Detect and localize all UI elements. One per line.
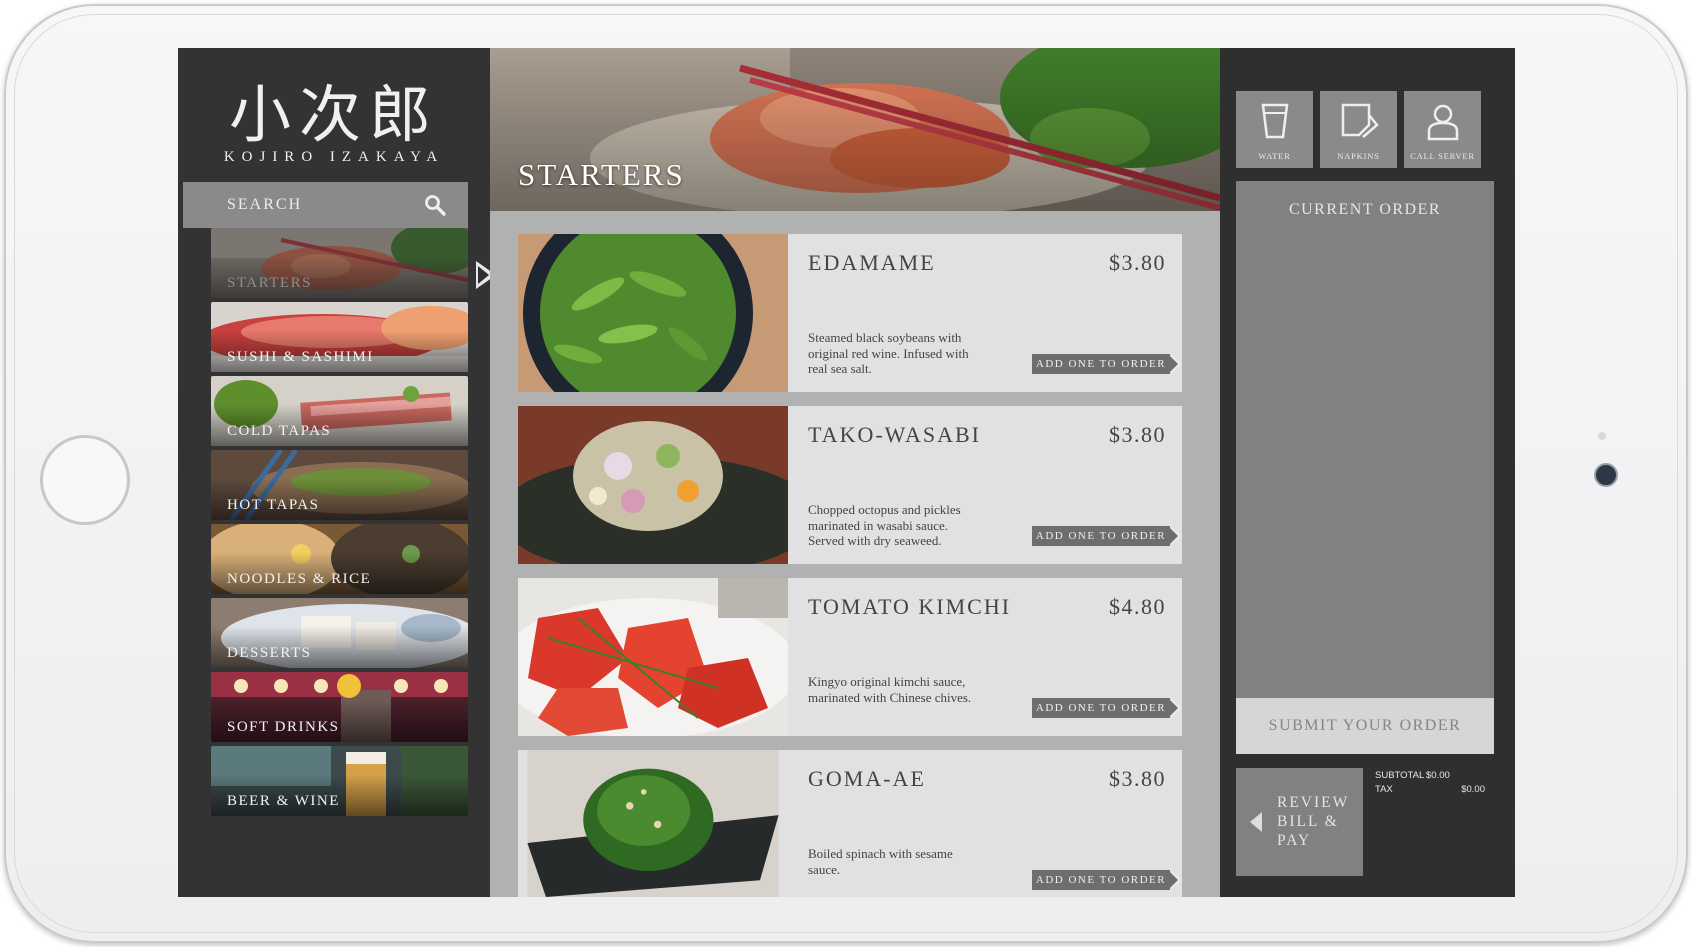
- review-bill-button[interactable]: REVIEW BILL & PAY: [1236, 768, 1363, 876]
- item-name: EDAMAME: [808, 250, 936, 275]
- category-noodles-rice[interactable]: NOODLES & RICE: [211, 524, 468, 594]
- ambient-sensor: [1598, 432, 1606, 440]
- category-label: BEER & WINE: [227, 793, 340, 809]
- call-server-label: CALL SERVER: [1410, 151, 1475, 161]
- tax-value: $0.00: [1461, 784, 1485, 795]
- logo-subtitle: KOJIRO IZAKAYA: [223, 149, 445, 165]
- menu-panel: STARTERS EDAMAME $3.80 Steamed black soy…: [490, 48, 1220, 897]
- dish-image: [518, 578, 788, 736]
- subtotal-row: SUBTOTAL $0.00: [1375, 770, 1485, 784]
- add-to-order-button[interactable]: ADD ONE TO ORDER: [1032, 698, 1170, 718]
- menu-item-card: EDAMAME $3.80 Steamed black soybeans wit…: [518, 234, 1182, 392]
- call-server-button[interactable]: CALL SERVER: [1404, 91, 1481, 168]
- item-price: $3.80: [1109, 250, 1166, 275]
- item-description: Kingyo original kimchi sauce, marinated …: [808, 674, 972, 705]
- category-label: STARTERS: [227, 275, 312, 291]
- water-glass-icon: [1261, 103, 1289, 139]
- section-title: STARTERS: [518, 157, 685, 192]
- category-beer-wine[interactable]: BEER & WINE: [211, 746, 468, 816]
- water-button[interactable]: WATER: [1236, 91, 1313, 168]
- home-button[interactable]: [40, 435, 130, 525]
- category-label: HOT TAPAS: [227, 497, 320, 513]
- category-label: SOFT DRINKS: [227, 719, 340, 735]
- item-name: TAKO-WASABI: [808, 422, 982, 447]
- item-description: Steamed black soybeans with original red…: [808, 330, 969, 376]
- subtotal-label: SUBTOTAL: [1375, 770, 1425, 781]
- add-arrow-inner: [1169, 699, 1178, 717]
- category-desserts[interactable]: DESSERTS: [211, 598, 468, 668]
- logo-kanji: 小次郎: [228, 78, 439, 151]
- subtotal-value: $0.00: [1426, 770, 1450, 781]
- category-soft-drinks[interactable]: SOFT DRINKS: [211, 672, 468, 742]
- menu-item-card: GOMA-AE $3.80 Boiled spinach with sesame…: [518, 750, 1182, 897]
- submit-order-button[interactable]: SUBMIT YOUR ORDER: [1236, 698, 1494, 754]
- water-label: WATER: [1258, 151, 1291, 161]
- category-starters[interactable]: STARTERS: [211, 228, 468, 298]
- item-name: GOMA-AE: [808, 766, 926, 791]
- app-screen: 小次郎 KOJIRO IZAKAYA STARTERS: [178, 48, 1515, 897]
- item-price: $3.80: [1109, 422, 1166, 447]
- current-order-title: CURRENT ORDER: [1288, 201, 1442, 218]
- sidebar: 小次郎 KOJIRO IZAKAYA STARTERS: [178, 48, 496, 897]
- item-price: $3.80: [1109, 766, 1166, 791]
- menu-list: EDAMAME $3.80 Steamed black soybeans wit…: [518, 234, 1198, 897]
- menu-item-card: TOMATO KIMCHI $4.80 Kingyo original kimc…: [518, 578, 1182, 736]
- dish-image: [527, 750, 779, 897]
- napkins-label: NAPKINS: [1337, 151, 1380, 161]
- category-label: COLD TAPAS: [227, 423, 332, 439]
- item-name: TOMATO KIMCHI: [808, 594, 1012, 619]
- item-description: Boiled spinach with sesame sauce.: [808, 846, 953, 877]
- search-icon[interactable]: [423, 193, 447, 217]
- review-bill-label: REVIEW BILL & PAY: [1277, 794, 1349, 849]
- tax-label: TAX: [1375, 784, 1393, 795]
- category-label: SUSHI & SASHIMI: [227, 349, 374, 365]
- front-camera: [1594, 463, 1618, 487]
- add-to-order-button[interactable]: ADD ONE TO ORDER: [1032, 354, 1170, 374]
- category-sushi-sashimi[interactable]: SUSHI & SASHIMI: [211, 302, 468, 372]
- add-arrow-inner: [1169, 871, 1178, 889]
- menu-item-card: TAKO-WASABI $3.80 Chopped octopus and pi…: [518, 406, 1182, 564]
- category-label: DESSERTS: [227, 645, 312, 661]
- napkins-button[interactable]: NAPKINS: [1320, 91, 1397, 168]
- section-hero: STARTERS: [490, 48, 1220, 211]
- search-bar: [183, 182, 468, 228]
- napkin-icon: [1341, 103, 1379, 138]
- add-arrow-inner: [1169, 527, 1178, 545]
- logo: 小次郎 KOJIRO IZAKAYA: [178, 48, 490, 180]
- current-order-list: CURRENT ORDER: [1236, 181, 1494, 698]
- category-hot-tapas[interactable]: HOT TAPAS: [211, 450, 468, 520]
- order-totals: SUBTOTAL $0.00 TAX $0.00: [1375, 770, 1485, 798]
- add-to-order-button[interactable]: ADD ONE TO ORDER: [1032, 526, 1170, 546]
- back-arrow-icon: [1250, 812, 1262, 832]
- dish-image: [518, 234, 788, 392]
- category-cold-tapas[interactable]: COLD TAPAS: [211, 376, 468, 446]
- search-input[interactable]: [183, 182, 413, 228]
- tax-row: TAX $0.00: [1375, 784, 1485, 798]
- dish-image: [518, 406, 788, 564]
- person-icon: [1427, 104, 1459, 141]
- add-arrow-inner: [1169, 355, 1178, 373]
- category-label: NOODLES & RICE: [227, 571, 372, 587]
- add-to-order-button[interactable]: ADD ONE TO ORDER: [1032, 870, 1170, 890]
- item-price: $4.80: [1109, 594, 1166, 619]
- item-description: Chopped octopus and pickles marinated in…: [808, 502, 961, 548]
- order-panel: WATER NAPKINS CALL SERVER CURRENT ORDER …: [1220, 48, 1515, 897]
